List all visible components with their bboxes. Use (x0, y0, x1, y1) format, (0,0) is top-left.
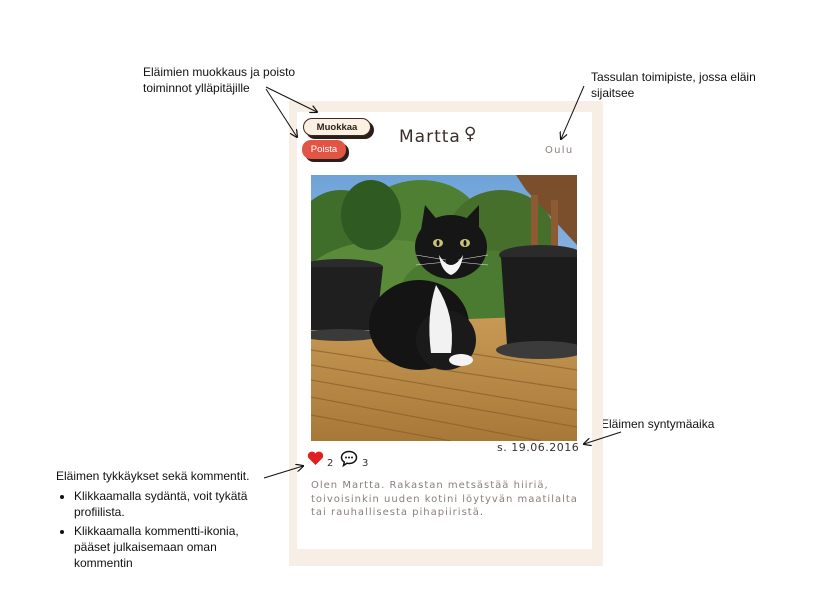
birthdate-annotation: Eläimen syntymäaika (601, 417, 715, 431)
birthdate: s. 19.06.2016 (497, 441, 580, 454)
delete-button[interactable]: Poista (302, 140, 346, 159)
heart-icon[interactable] (307, 451, 324, 466)
like-count: 2 (327, 458, 334, 469)
likes-annotation-list: Klikkaamalla sydäntä, voit tykätä profii… (56, 488, 266, 571)
animal-photo (311, 175, 577, 441)
comment-count: 3 (362, 458, 369, 469)
likes-annotation-item: Klikkaamalla kommentti-ikonia, pääset ju… (74, 523, 266, 571)
likes-annotation-item: Klikkaamalla sydäntä, voit tykätä profii… (74, 488, 266, 520)
edit-button[interactable]: Muokkaa (303, 118, 371, 136)
likes-annotation: Eläimen tykkäykset sekä kommentit. Klikk… (56, 468, 266, 574)
comment-icon[interactable] (340, 450, 358, 467)
female-icon: ♀ (464, 124, 477, 144)
location-label: Oulu (545, 145, 574, 156)
admin-annotation: Eläimien muokkaus ja poisto toiminnot yl… (143, 65, 296, 95)
likes-annotation-heading: Eläimen tykkäykset sekä kommentit. (56, 469, 250, 483)
animal-description: Olen Martta. Rakastan metsästää hiiriä, … (311, 480, 578, 518)
cat-photo-illustration (311, 175, 577, 441)
animal-name: Martta (399, 127, 461, 147)
location-annotation: Tassulan toimipiste, jossa eläin sijaits… (591, 70, 756, 100)
